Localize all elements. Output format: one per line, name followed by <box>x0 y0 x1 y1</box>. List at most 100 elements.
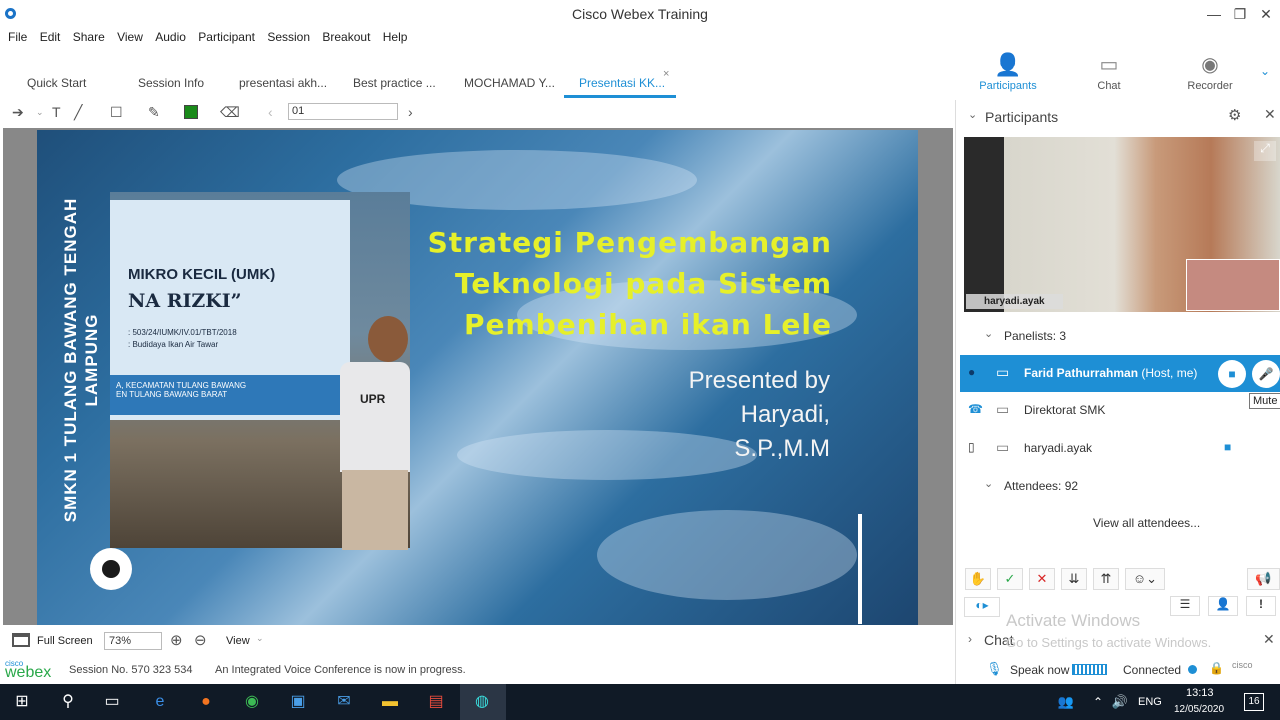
clock-date[interactable]: 12/05/2020 <box>1174 704 1224 715</box>
megaphone-icon[interactable]: 📢 <box>1247 568 1280 590</box>
tab-close-icon[interactable]: × <box>663 68 669 80</box>
people-icon[interactable]: 👥 <box>1054 690 1078 714</box>
rectangle-tool-icon[interactable]: ☐ <box>110 104 123 121</box>
slide-title-line: Pembenihan ikan Lele <box>464 308 832 341</box>
view-all-attendees-link[interactable]: View all attendees... <box>1093 516 1200 530</box>
raise-hand-icon[interactable]: ✋ <box>965 568 991 590</box>
tab-best-practice[interactable]: Best practice ... <box>353 76 436 90</box>
menu-help[interactable]: Help <box>383 30 408 44</box>
participant-row[interactable]: ▯ ▭ haryadi.ayak ■ <box>960 430 1280 467</box>
list-view-icon[interactable]: ☰ <box>1170 596 1200 616</box>
menu-file[interactable]: File <box>8 30 27 44</box>
firefox-icon[interactable]: ● <box>194 690 218 714</box>
presenter-line: S.P.,M.M <box>734 435 830 462</box>
text-tool-icon[interactable]: T <box>52 104 61 120</box>
chevron-down-icon[interactable]: ⌄ <box>1260 64 1270 78</box>
close-window-button[interactable]: ✕ <box>1256 4 1276 24</box>
cross-icon[interactable]: ✕ <box>1029 568 1055 590</box>
video-camera-icon[interactable]: ■ <box>1218 360 1246 388</box>
menu-share[interactable]: Share <box>73 30 105 44</box>
windows-start-icon[interactable]: ⊞ <box>10 690 34 714</box>
checkmark-icon[interactable]: ✓ <box>997 568 1023 590</box>
zoom-select[interactable]: 73% <box>104 632 162 650</box>
chevron-down-icon[interactable]: ⌄ <box>36 107 44 118</box>
chat-tool-label: Chat <box>1097 80 1121 92</box>
notifications-badge[interactable]: 16 <box>1244 693 1264 711</box>
collapse-panel-icon[interactable]: ⌄ <box>968 108 977 121</box>
right-toolbar: 👤 Participants ▭ Chat ◉ Recorder ⌄ <box>960 52 1280 98</box>
presenter-icon: ▭ <box>996 364 1010 380</box>
store-icon[interactable]: ▣ <box>286 690 310 714</box>
expand-video-icon[interactable]: ⤢ <box>1254 141 1276 161</box>
view-menu-button[interactable]: View <box>226 635 250 647</box>
edge-icon[interactable]: e <box>148 690 172 714</box>
pen-tool-icon[interactable]: ✎ <box>148 104 160 121</box>
video-camera-icon[interactable]: ■ <box>1224 440 1231 454</box>
zoom-out-icon[interactable]: ⊖ <box>194 631 207 649</box>
minimize-button[interactable]: — <box>1204 4 1224 24</box>
lock-icon: 🔒 <box>1209 661 1224 675</box>
window-title: Cisco Webex Training <box>572 6 708 22</box>
next-slide-icon[interactable]: › <box>408 104 413 120</box>
participants-tool-label: Participants <box>979 80 1037 92</box>
gear-icon[interactable]: ⚙ <box>1228 106 1241 124</box>
full-screen-icon[interactable] <box>12 633 30 647</box>
close-icon[interactable]: ✕ <box>1264 106 1276 123</box>
emoji-icon[interactable]: ☺⌄ <box>1125 568 1165 590</box>
eraser-icon[interactable]: ⌫ <box>220 104 240 121</box>
school-location: LAMPUNG <box>82 313 101 407</box>
speak-now-label: Speak now <box>1010 663 1070 677</box>
tab-presentasi-akh[interactable]: presentasi akh... <box>239 76 327 90</box>
menu-breakout[interactable]: Breakout <box>322 30 370 44</box>
chevron-down-icon[interactable]: ⌄ <box>256 633 264 644</box>
participant-row[interactable]: ● ▭ Farid Pathurrahman (Host, me) ■ 🎤 <box>960 355 1280 392</box>
microphone-icon[interactable]: 🎙 <box>986 661 1003 677</box>
tab-session-info[interactable]: Session Info <box>138 76 204 90</box>
mail-icon[interactable]: ✉ <box>332 690 356 714</box>
alert-icon[interactable]: ! <box>1246 596 1276 616</box>
chrome-icon[interactable]: ◉ <box>240 690 264 714</box>
language-indicator[interactable]: ENG <box>1138 696 1162 708</box>
chat-tool[interactable]: ▭ Chat <box>1069 52 1149 92</box>
menu-session[interactable]: Session <box>267 30 310 44</box>
tab-presentasi-kk[interactable]: Presentasi KK... <box>579 76 665 90</box>
audio-connection-icon[interactable]: ◐▸ <box>964 597 1000 617</box>
pointer-arrow-icon[interactable]: ➔ <box>12 104 24 121</box>
participant-row[interactable]: ☎ ▭ Direktorat SMK <box>960 392 1280 429</box>
chevron-down-icon[interactable]: ⌄ <box>984 327 993 340</box>
search-icon[interactable]: ⚲ <box>56 690 80 714</box>
volume-icon[interactable]: 🔊 <box>1108 690 1132 714</box>
restore-button[interactable]: ❐ <box>1230 4 1250 24</box>
webex-taskbar-icon[interactable]: ◍ <box>470 690 494 714</box>
tab-quick-start[interactable]: Quick Start <box>27 76 86 90</box>
zoom-in-icon[interactable]: ⊕ <box>170 631 183 649</box>
menu-view[interactable]: View <box>117 30 143 44</box>
clock-time[interactable]: 13:13 <box>1186 687 1214 699</box>
line-tool-icon[interactable]: ╱ <box>74 104 82 121</box>
windows-taskbar: ⊞ ⚲ ▭ e ● ◉ ▣ ✉ ▬ ▤ ◍ 👥 ⌃ 🔊 ENG 13:13 12… <box>0 684 1280 720</box>
close-icon[interactable]: ✕ <box>1263 631 1275 648</box>
full-screen-button[interactable]: Full Screen <box>37 635 93 647</box>
mute-microphone-icon[interactable]: 🎤 <box>1252 360 1280 388</box>
chevron-right-icon[interactable]: › <box>968 632 972 646</box>
go-faster-icon[interactable]: ⇈ <box>1093 568 1119 590</box>
slide-number-select[interactable]: 01 <box>288 103 398 120</box>
acrobat-icon[interactable]: ▤ <box>424 690 448 714</box>
menu-audio[interactable]: Audio <box>155 30 186 44</box>
status-bar: cisco webex Session No. 570 323 534 An I… <box>0 658 960 682</box>
tab-mochamad[interactable]: MOCHAMAD Y... <box>464 76 555 90</box>
chevron-down-icon[interactable]: ⌄ <box>984 477 993 490</box>
color-picker-icon[interactable] <box>184 105 198 119</box>
chevron-up-icon[interactable]: ⌃ <box>1086 690 1110 714</box>
participant-name: Direktorat SMK <box>1024 403 1106 417</box>
participants-tool[interactable]: 👤 Participants <box>968 52 1048 92</box>
menu-participant[interactable]: Participant <box>198 30 255 44</box>
recorder-tool[interactable]: ◉ Recorder <box>1170 52 1250 92</box>
add-participant-icon[interactable]: 👤 <box>1208 596 1238 616</box>
file-explorer-icon[interactable]: ▬ <box>378 690 402 714</box>
prev-slide-icon[interactable]: ‹ <box>268 104 273 120</box>
task-view-icon[interactable]: ▭ <box>100 690 124 714</box>
document-tabs: Quick Start Session Info presentasi akh.… <box>0 68 960 98</box>
go-slower-icon[interactable]: ⇊ <box>1061 568 1087 590</box>
menu-edit[interactable]: Edit <box>40 30 61 44</box>
